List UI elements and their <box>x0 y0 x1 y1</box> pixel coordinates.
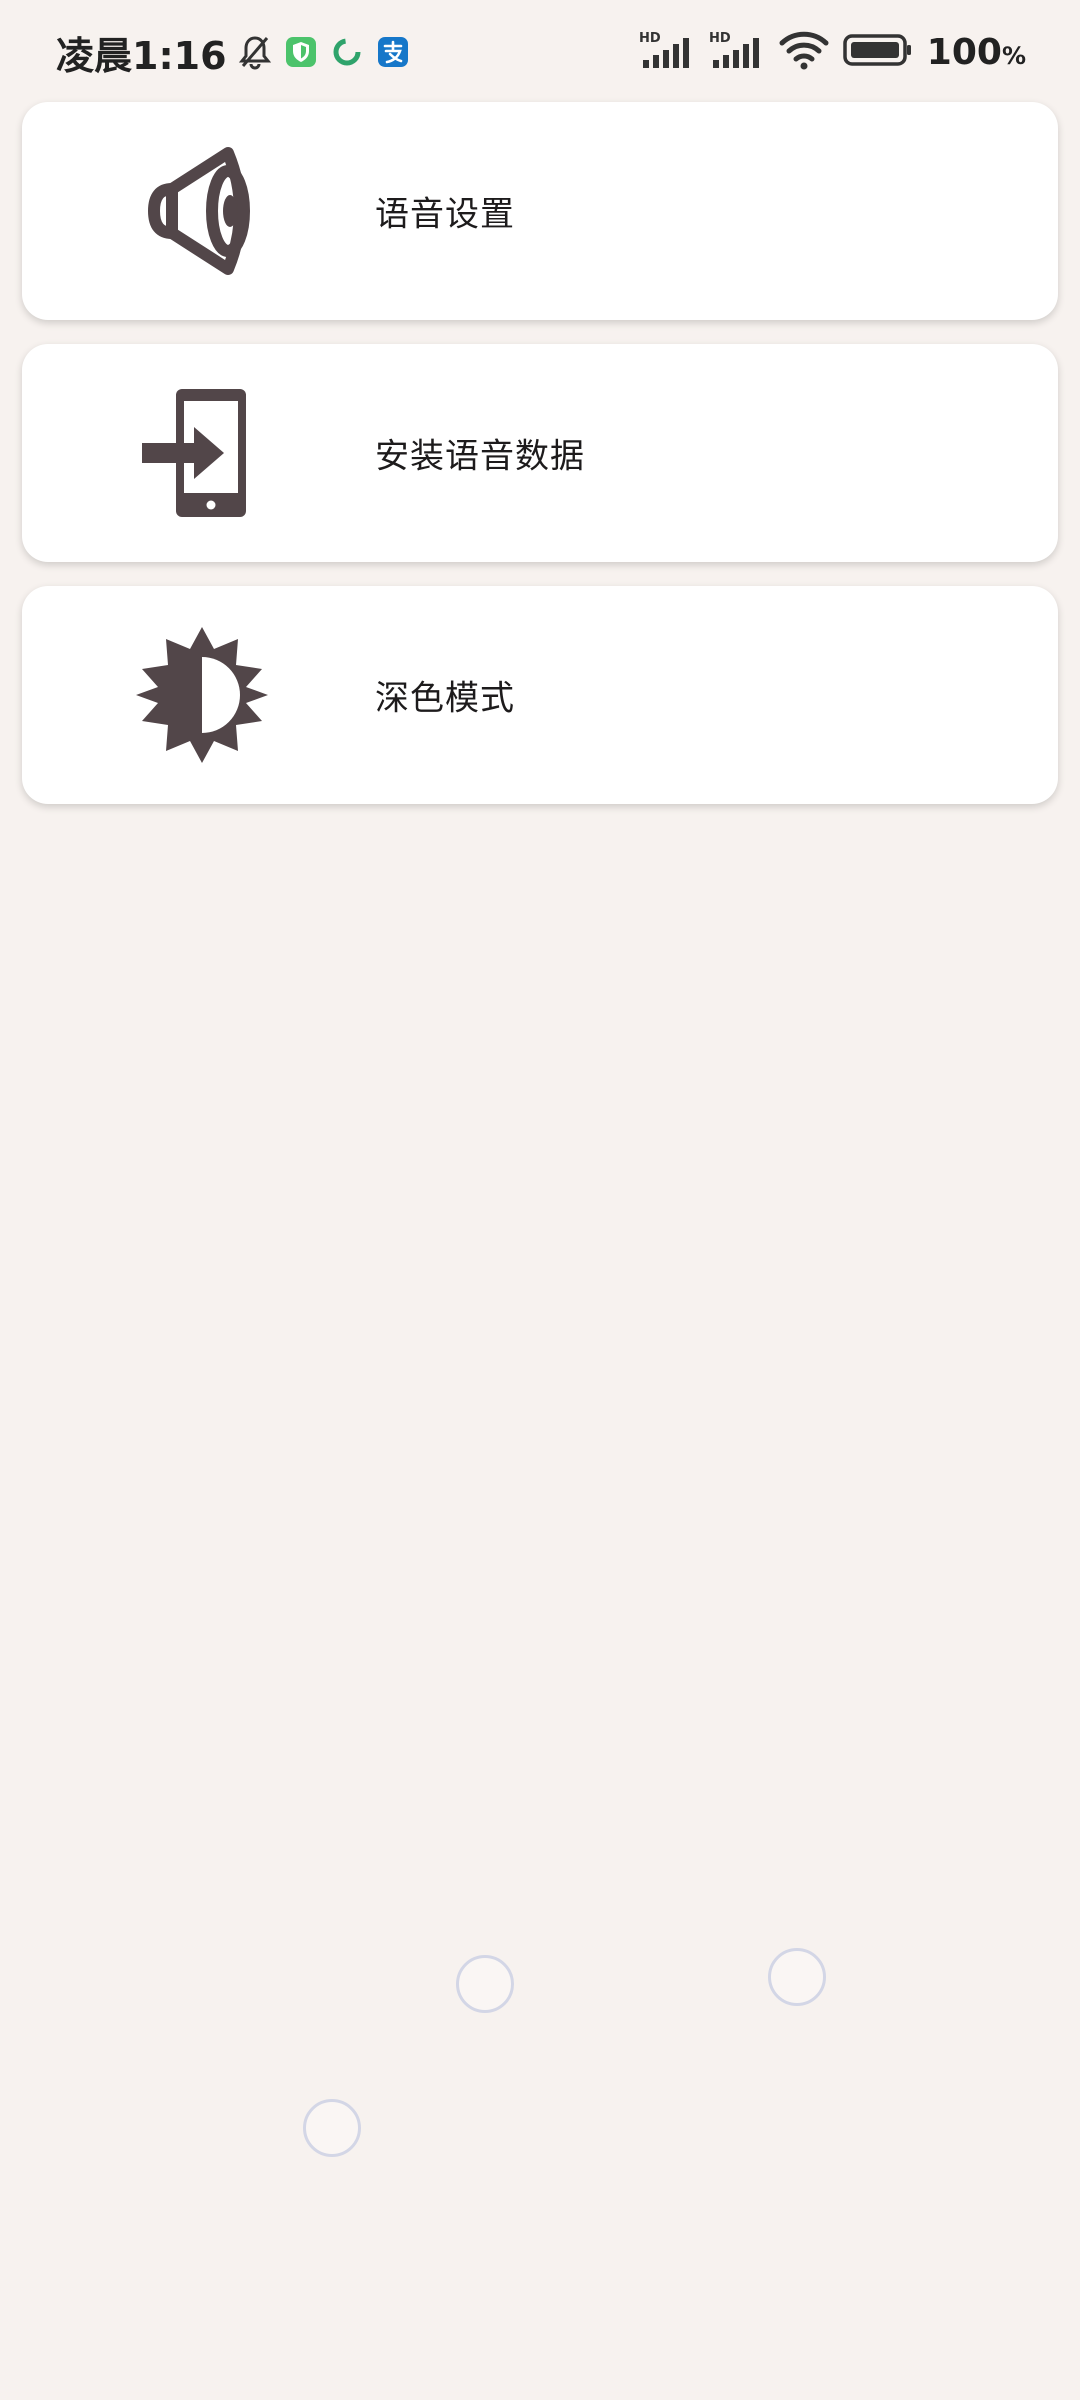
contrast-icon <box>122 615 282 775</box>
phone-import-icon <box>122 373 282 533</box>
touch-indicator <box>768 1948 826 2006</box>
battery-icon <box>843 32 913 72</box>
menu-item-label: 安装语音数据 <box>375 436 585 477</box>
battery-percent-value: 100 <box>926 31 1002 73</box>
touch-indicator <box>303 2099 361 2157</box>
menu-item-label: 语音设置 <box>375 194 515 235</box>
status-right: HD HD 100% <box>639 22 1026 82</box>
signal-hd-label: HD <box>639 31 661 46</box>
battery-percent: 100% <box>927 32 1026 73</box>
status-bar: 凌晨1:16 HD HD 100% <box>0 0 1080 100</box>
menu-item-dark-mode[interactable]: 深色模式 <box>22 586 1058 804</box>
menu-item-voice-settings[interactable]: 语音设置 <box>22 102 1058 320</box>
speaker-icon <box>122 131 282 291</box>
signal-strength-icon-2: HD <box>709 30 765 74</box>
status-left: 凌晨1:16 <box>56 22 411 82</box>
touch-indicator <box>456 1955 514 2013</box>
battery-percent-unit: % <box>1001 41 1026 70</box>
wifi-icon <box>779 30 829 74</box>
signal-strength-icon: HD <box>639 30 695 74</box>
menu-item-label: 深色模式 <box>375 678 515 719</box>
alipay-app-icon <box>375 34 411 70</box>
status-time: 凌晨1:16 <box>56 33 227 78</box>
menu-item-install-voice-data[interactable]: 安装语音数据 <box>22 344 1058 562</box>
recycle-app-icon <box>329 34 365 70</box>
settings-menu: 语音设置 安装语音数据 深色模式 <box>22 102 1058 828</box>
signal-hd-label-2: HD <box>709 31 731 46</box>
bell-muted-icon <box>237 34 273 70</box>
shield-app-icon <box>283 34 319 70</box>
